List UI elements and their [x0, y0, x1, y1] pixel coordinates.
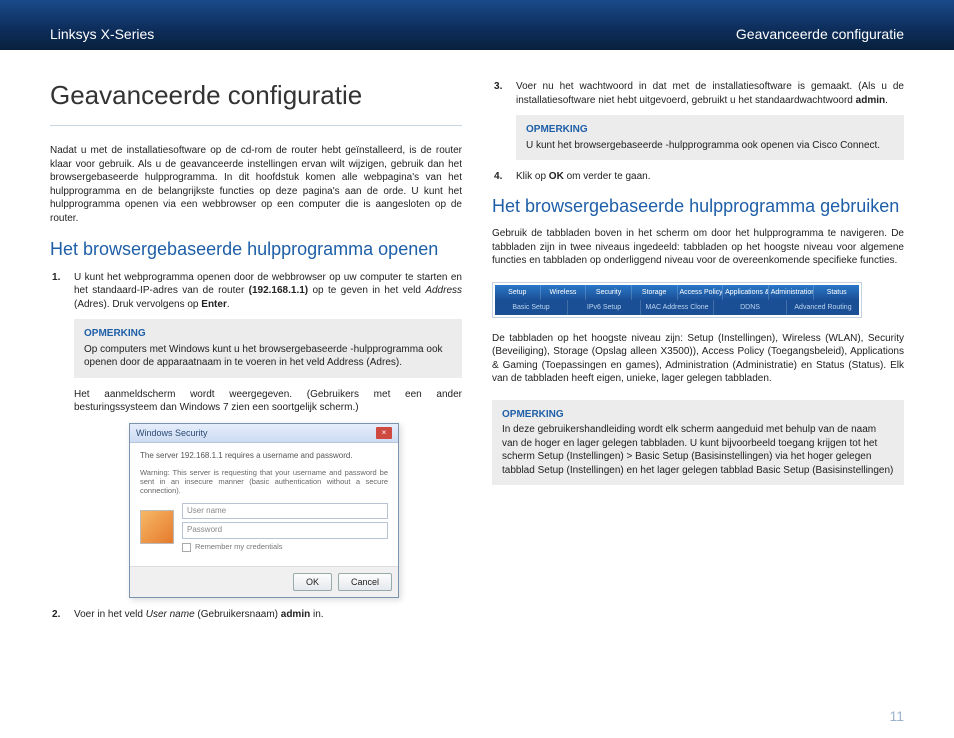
note-body: U kunt het browsergebaseerde -hulpprogra…	[526, 139, 894, 153]
password-input[interactable]: Password	[182, 522, 388, 539]
use-paragraph-1: Gebruik de tabbladen boven in het scherm…	[492, 227, 904, 268]
tabs-row-top: Setup Wireless Security Storage Access P…	[495, 285, 859, 300]
page-content: Geavanceerde configuratie Nadat u met de…	[0, 50, 954, 632]
tabs-row-bottom: Basic Setup IPv6 Setup MAC Address Clone…	[495, 300, 859, 315]
dialog-buttons: OK Cancel	[130, 566, 398, 597]
section-heading-use: Het browsergebaseerde hulpprogramma gebr…	[492, 196, 904, 218]
windows-security-dialog: Windows Security × The server 192.168.1.…	[129, 423, 399, 599]
note-box-1: OPMERKING Op computers met Windows kunt …	[74, 319, 462, 378]
ok-button[interactable]: OK	[293, 573, 332, 591]
subtab-ddns[interactable]: DDNS	[714, 300, 787, 315]
header-left: Linksys X-Series	[50, 26, 154, 42]
steps-list-left: U kunt het webprogramma openen door de w…	[50, 271, 462, 622]
subtab-ipv6[interactable]: IPv6 Setup	[568, 300, 641, 315]
step-4: Klik op OK om verder te gaan.	[516, 170, 904, 184]
tab-wireless[interactable]: Wireless	[541, 285, 587, 300]
header-right: Geavanceerde configuratie	[736, 26, 904, 42]
tab-access-policy[interactable]: Access Policy	[678, 285, 724, 300]
note-box-2: OPMERKING U kunt het browsergebaseerde -…	[516, 115, 904, 160]
page-title: Geavanceerde configuratie	[50, 80, 462, 111]
subtab-basic-setup[interactable]: Basic Setup	[495, 300, 568, 315]
note-title: OPMERKING	[84, 327, 452, 341]
tabs-screenshot: Setup Wireless Security Storage Access P…	[492, 282, 862, 318]
use-paragraph-2: De tabbladen op het hoogste niveau zijn:…	[492, 332, 904, 386]
subtab-adv-routing[interactable]: Advanced Routing	[787, 300, 859, 315]
tab-status[interactable]: Status	[814, 285, 859, 300]
dialog-title: Windows Security	[136, 427, 208, 439]
credential-fields: User name Password Remember my credentia…	[182, 503, 388, 553]
close-icon[interactable]: ×	[376, 427, 392, 439]
step-3: Voer nu het wachtwoord in dat met de ins…	[516, 80, 904, 160]
remember-checkbox-row[interactable]: Remember my credentials	[182, 542, 388, 552]
steps-list-right: Voer nu het wachtwoord in dat met de ins…	[492, 80, 904, 184]
dialog-body: The server 192.168.1.1 requires a userna…	[130, 443, 398, 567]
title-rule	[50, 125, 462, 126]
dialog-line1: The server 192.168.1.1 requires a userna…	[140, 451, 388, 462]
dialog-titlebar: Windows Security ×	[130, 424, 398, 443]
step-2: Voer in het veld User name (Gebruikersna…	[74, 608, 462, 622]
tab-storage[interactable]: Storage	[632, 285, 678, 300]
credentials-row: User name Password Remember my credentia…	[140, 503, 388, 553]
remember-label: Remember my credentials	[195, 542, 283, 552]
page-header: Linksys X-Series Geavanceerde configurat…	[0, 0, 954, 50]
dialog-warning: Warning: This server is requesting that …	[140, 468, 388, 495]
subtab-mac-clone[interactable]: MAC Address Clone	[641, 300, 714, 315]
note-title: OPMERKING	[526, 123, 894, 137]
page-number: 11	[889, 708, 904, 724]
note-body: In deze gebruikershandleiding wordt elk …	[502, 423, 894, 477]
tab-setup[interactable]: Setup	[495, 285, 541, 300]
step-1: U kunt het webprogramma openen door de w…	[74, 271, 462, 599]
cancel-button[interactable]: Cancel	[338, 573, 392, 591]
note-title: OPMERKING	[502, 408, 894, 422]
tab-security[interactable]: Security	[586, 285, 632, 300]
tab-administration[interactable]: Administration	[769, 285, 815, 300]
left-column: Geavanceerde configuratie Nadat u met de…	[50, 80, 462, 632]
note-body: Op computers met Windows kunt u het brow…	[84, 343, 452, 370]
note-box-3: OPMERKING In deze gebruikershandleiding …	[492, 400, 904, 486]
avatar-icon	[140, 510, 174, 544]
section-heading-open: Het browsergebaseerde hulpprogramma open…	[50, 239, 462, 261]
checkbox-icon[interactable]	[182, 543, 191, 552]
tab-apps-gaming[interactable]: Applications & Gaming	[723, 285, 769, 300]
right-column: Voer nu het wachtwoord in dat met de ins…	[492, 80, 904, 632]
username-input[interactable]: User name	[182, 503, 388, 520]
intro-paragraph: Nadat u met de installatiesoftware op de…	[50, 144, 462, 225]
after-note-text: Het aanmeldscherm wordt weergegeven. (Ge…	[74, 388, 462, 415]
